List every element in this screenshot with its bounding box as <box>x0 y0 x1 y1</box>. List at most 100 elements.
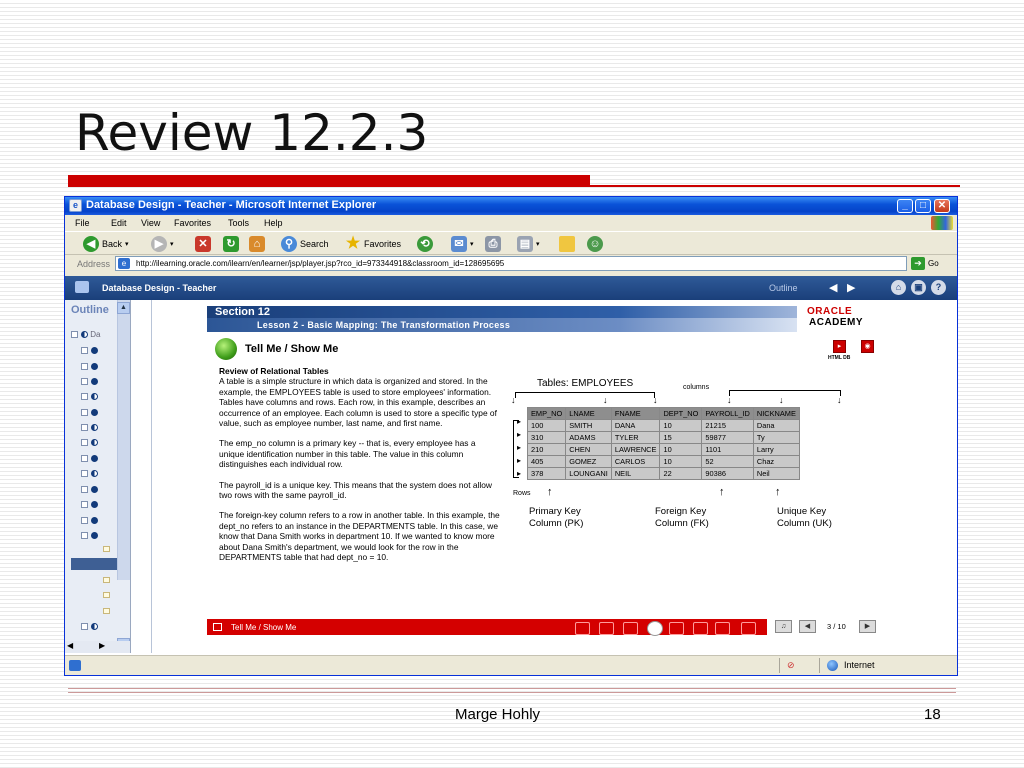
play-icon[interactable] <box>715 622 730 635</box>
right-arrow-icon: ▸ <box>517 430 522 439</box>
back-arrow-icon: ◀ <box>83 236 99 252</box>
table-row: 100 SMITH DANA 10 21215 Dana <box>526 419 800 432</box>
up-arrow-icon: ↑ <box>775 486 781 498</box>
html-db-button[interactable]: ▸ <box>833 340 846 353</box>
scroll-left-icon[interactable]: ◀ <box>67 641 73 650</box>
maximize-button[interactable]: □ <box>915 199 931 213</box>
page-icon[interactable] <box>103 577 110 583</box>
print-icon[interactable] <box>575 622 590 635</box>
menu-tools[interactable]: Tools <box>228 218 249 228</box>
outline-node[interactable] <box>81 392 98 401</box>
menu-favorites[interactable]: Favorites <box>174 218 211 228</box>
next-arrow-icon[interactable]: ▶ <box>847 281 855 294</box>
expand-icon <box>81 517 88 525</box>
record-icon[interactable] <box>647 621 663 636</box>
window-titlebar[interactable]: e Database Design - Teacher - Microsoft … <box>65 197 957 215</box>
table-row: 378 LOUNGANI NEIL 22 90386 Neil <box>526 467 800 480</box>
page-icon[interactable] <box>103 546 110 552</box>
column-header: PAYROLL_ID <box>701 407 754 420</box>
table-cell: 100 <box>526 419 567 432</box>
outline-node[interactable] <box>81 485 98 494</box>
rewind-icon[interactable] <box>693 622 708 635</box>
print-button[interactable]: ⎙ <box>485 235 501 253</box>
comment-icon[interactable]: ▣ <box>911 280 926 295</box>
go-arrow-icon: ➔ <box>911 257 925 270</box>
outline-current-item[interactable] <box>71 558 117 570</box>
menu-file[interactable]: File <box>75 218 90 228</box>
menu-bar: File Edit View Favorites Tools Help <box>65 215 957 231</box>
chevron-down-icon: ▾ <box>170 241 174 248</box>
page-icon[interactable] <box>103 608 110 614</box>
messenger-button[interactable]: ☺ <box>587 235 603 253</box>
edit-button[interactable]: ▤ ▾ <box>517 235 540 253</box>
home-button[interactable]: ⌂ <box>249 235 265 253</box>
outline-node[interactable] <box>81 438 98 447</box>
outline-scrollbar[interactable] <box>117 300 130 580</box>
menu-help[interactable]: Help <box>264 218 283 228</box>
ie-logo-icon: e <box>69 199 82 212</box>
home-icon[interactable]: ⌂ <box>891 280 906 295</box>
outline-node[interactable] <box>81 423 98 432</box>
outline-node[interactable] <box>81 408 98 417</box>
notes-icon[interactable] <box>669 622 684 635</box>
scroll-up-icon[interactable]: ▲ <box>117 302 130 314</box>
window-icon[interactable] <box>741 622 756 635</box>
page-icon[interactable] <box>103 592 110 598</box>
address-bar: Address e http://ilearning.oracle.com/il… <box>65 255 957 273</box>
previous-arrow-icon[interactable]: ◀ <box>829 281 837 294</box>
forward-arrow-icon: ▶ <box>151 236 167 252</box>
expand-icon <box>81 409 88 417</box>
glossary-icon[interactable] <box>599 622 614 635</box>
table-cell: 10 <box>659 419 703 432</box>
previous-page-button[interactable]: ◀ <box>799 620 816 633</box>
book-icon <box>75 281 89 293</box>
section-title: Section 12 <box>215 306 271 318</box>
outline-node[interactable] <box>81 531 98 540</box>
table-cell: 90386 <box>701 467 754 480</box>
back-button[interactable]: ◀ Back ▾ <box>83 235 129 253</box>
slide-title: Review 12.2.3 <box>75 104 429 162</box>
stop-button[interactable]: ✕ <box>195 235 211 253</box>
outline-node[interactable] <box>81 362 98 371</box>
tell-me-icon <box>213 623 222 631</box>
progress-icon <box>81 331 88 339</box>
scroll-right-icon[interactable]: ▶ <box>99 641 105 650</box>
table-cell: 310 <box>526 431 567 444</box>
lesson-text: Review of Relational Tables A table is a … <box>219 366 501 573</box>
check-icon[interactable] <box>623 622 638 635</box>
outline-node-root[interactable]: Da <box>71 330 100 339</box>
next-page-button[interactable]: ▶ <box>859 620 876 633</box>
close-button[interactable]: ✕ <box>934 199 950 213</box>
help-icon[interactable]: ? <box>931 280 946 295</box>
outline-node[interactable] <box>81 469 98 478</box>
outline-link[interactable]: Outline <box>769 283 798 293</box>
history-button[interactable]: ⟲ <box>417 235 433 253</box>
outline-node[interactable] <box>81 454 98 463</box>
outline-node[interactable] <box>81 377 98 386</box>
chevron-down-icon: ▾ <box>125 241 129 248</box>
outline-node[interactable] <box>81 500 98 509</box>
minimize-button[interactable]: _ <box>897 199 913 213</box>
forward-button[interactable]: ▶ ▾ <box>151 235 174 253</box>
outline-hscrollbar[interactable]: ◀ ▶ <box>65 641 130 653</box>
audio-icon[interactable]: ♫ <box>775 620 792 633</box>
progress-icon <box>91 470 98 478</box>
address-input[interactable]: e http://ilearning.oracle.com/ilearn/en/… <box>115 256 907 271</box>
audio-button[interactable]: ◉ <box>861 340 874 353</box>
menu-view[interactable]: View <box>141 218 160 228</box>
outline-node[interactable] <box>81 516 98 525</box>
chevron-down-icon: ▾ <box>470 241 474 248</box>
menu-edit[interactable]: Edit <box>111 218 127 228</box>
refresh-button[interactable]: ↻ <box>223 235 239 253</box>
folder-button[interactable] <box>559 235 575 253</box>
title-underline-bar <box>68 175 590 187</box>
expand-icon <box>81 363 88 371</box>
outline-node[interactable] <box>81 346 98 355</box>
search-button[interactable]: ⚲ Search <box>281 235 329 253</box>
popup-blocked-icon[interactable]: ⊘ <box>787 660 795 671</box>
table-cell: 1101 <box>701 443 754 456</box>
outline-node[interactable] <box>81 622 98 631</box>
mail-button[interactable]: ✉ ▾ <box>451 235 474 253</box>
go-button[interactable]: ➔ Go <box>911 257 939 270</box>
favorites-button[interactable]: ★ Favorites <box>345 235 401 253</box>
